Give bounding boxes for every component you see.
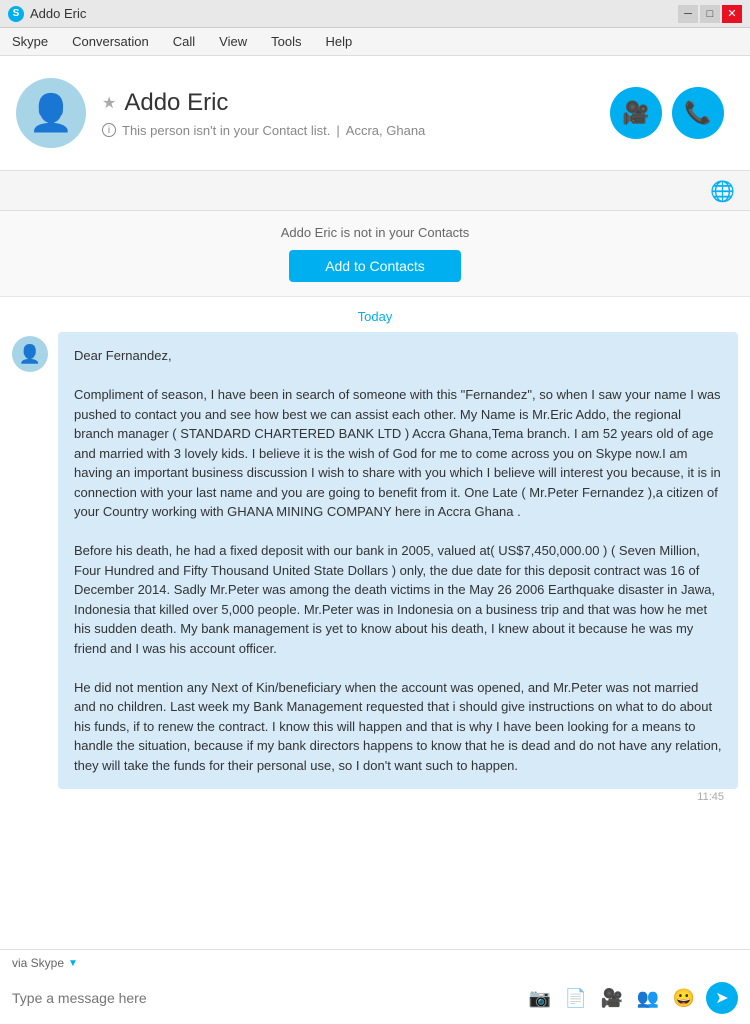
menu-tools[interactable]: Tools bbox=[267, 32, 305, 51]
profile-info: ★ Addo Eric i This person isn't in your … bbox=[102, 89, 610, 138]
menu-bar: Skype Conversation Call View Tools Help bbox=[0, 28, 750, 56]
toolbar-area: 🌐 bbox=[0, 171, 750, 211]
emoji-icon: 😀 bbox=[673, 988, 695, 1009]
video-msg-button[interactable]: 🎥 bbox=[598, 984, 626, 1012]
contacts-button[interactable]: 👥 bbox=[634, 984, 662, 1012]
menu-conversation[interactable]: Conversation bbox=[68, 32, 153, 51]
menu-skype[interactable]: Skype bbox=[8, 32, 52, 51]
menu-help[interactable]: Help bbox=[321, 32, 356, 51]
profile-actions: 🎥 📞 bbox=[610, 87, 724, 139]
send-icon: ➤ bbox=[715, 988, 728, 1008]
profile-name: Addo Eric bbox=[124, 89, 228, 117]
add-to-contacts-button[interactable]: Add to Contacts bbox=[289, 250, 461, 282]
menu-view[interactable]: View bbox=[215, 32, 251, 51]
profile-separator: | bbox=[336, 123, 339, 138]
phone-icon: 📞 bbox=[684, 100, 711, 126]
message-time: 11:45 bbox=[58, 791, 724, 803]
message-row: 👤 Dear Fernandez,Compliment of season, I… bbox=[0, 332, 750, 815]
image-icon: 📷 bbox=[529, 988, 551, 1009]
globe-icon[interactable]: 🌐 bbox=[710, 179, 734, 203]
close-button[interactable]: ✕ bbox=[722, 5, 742, 23]
file-icon: 📄 bbox=[565, 988, 587, 1009]
message-avatar-icon: 👤 bbox=[19, 344, 41, 365]
video-icon: 🎥 bbox=[622, 100, 649, 126]
profile-status: i This person isn't in your Contact list… bbox=[102, 123, 610, 138]
profile-header: 👤 ★ Addo Eric i This person isn't in you… bbox=[0, 56, 750, 171]
message-input[interactable] bbox=[12, 990, 518, 1006]
not-in-contacts-banner: Addo Eric is not in your Contacts Add to… bbox=[0, 211, 750, 297]
via-skype-label: via Skype bbox=[12, 956, 64, 970]
message-content: Dear Fernandez,Compliment of season, I h… bbox=[58, 332, 738, 803]
video-call-button[interactable]: 🎥 bbox=[610, 87, 662, 139]
emoji-button[interactable]: 😀 bbox=[670, 984, 698, 1012]
star-icon[interactable]: ★ bbox=[102, 93, 116, 113]
send-button[interactable]: ➤ bbox=[706, 982, 738, 1014]
skype-icon: S bbox=[8, 6, 24, 22]
title-bar-left: S Addo Eric bbox=[8, 6, 86, 22]
voice-call-button[interactable]: 📞 bbox=[672, 87, 724, 139]
profile-status-text: This person isn't in your Contact list. bbox=[122, 123, 330, 138]
file-attach-button[interactable]: 📄 bbox=[562, 984, 590, 1012]
input-area: via Skype ▼ 📷 📄 🎥 👥 😀 ➤ bbox=[0, 949, 750, 1024]
image-attach-button[interactable]: 📷 bbox=[526, 984, 554, 1012]
input-icons: 📷 📄 🎥 👥 😀 ➤ bbox=[526, 982, 738, 1014]
profile-location: Accra, Ghana bbox=[346, 123, 426, 138]
window-title: Addo Eric bbox=[30, 6, 86, 21]
menu-call[interactable]: Call bbox=[169, 32, 199, 51]
message-bubble: Dear Fernandez,Compliment of season, I h… bbox=[58, 332, 738, 789]
title-bar: S Addo Eric ─ □ ✕ bbox=[0, 0, 750, 28]
not-in-contacts-text: Addo Eric is not in your Contacts bbox=[281, 225, 470, 240]
profile-name-row: ★ Addo Eric bbox=[102, 89, 610, 117]
chat-area[interactable]: Today 👤 Dear Fernandez,Compliment of sea… bbox=[0, 297, 750, 862]
via-dropdown-arrow[interactable]: ▼ bbox=[68, 958, 78, 969]
contacts-icon: 👥 bbox=[637, 988, 659, 1009]
date-separator: Today bbox=[0, 297, 750, 332]
video-msg-icon: 🎥 bbox=[601, 988, 623, 1009]
minimize-button[interactable]: ─ bbox=[678, 5, 698, 23]
via-skype-bar: via Skype ▼ bbox=[0, 950, 750, 976]
title-controls: ─ □ ✕ bbox=[678, 5, 742, 23]
avatar-person-icon: 👤 bbox=[29, 92, 74, 134]
message-input-row: 📷 📄 🎥 👥 😀 ➤ bbox=[0, 976, 750, 1024]
profile-avatar: 👤 bbox=[16, 78, 86, 148]
maximize-button[interactable]: □ bbox=[700, 5, 720, 23]
info-icon: i bbox=[102, 123, 116, 137]
message-avatar: 👤 bbox=[12, 336, 48, 372]
